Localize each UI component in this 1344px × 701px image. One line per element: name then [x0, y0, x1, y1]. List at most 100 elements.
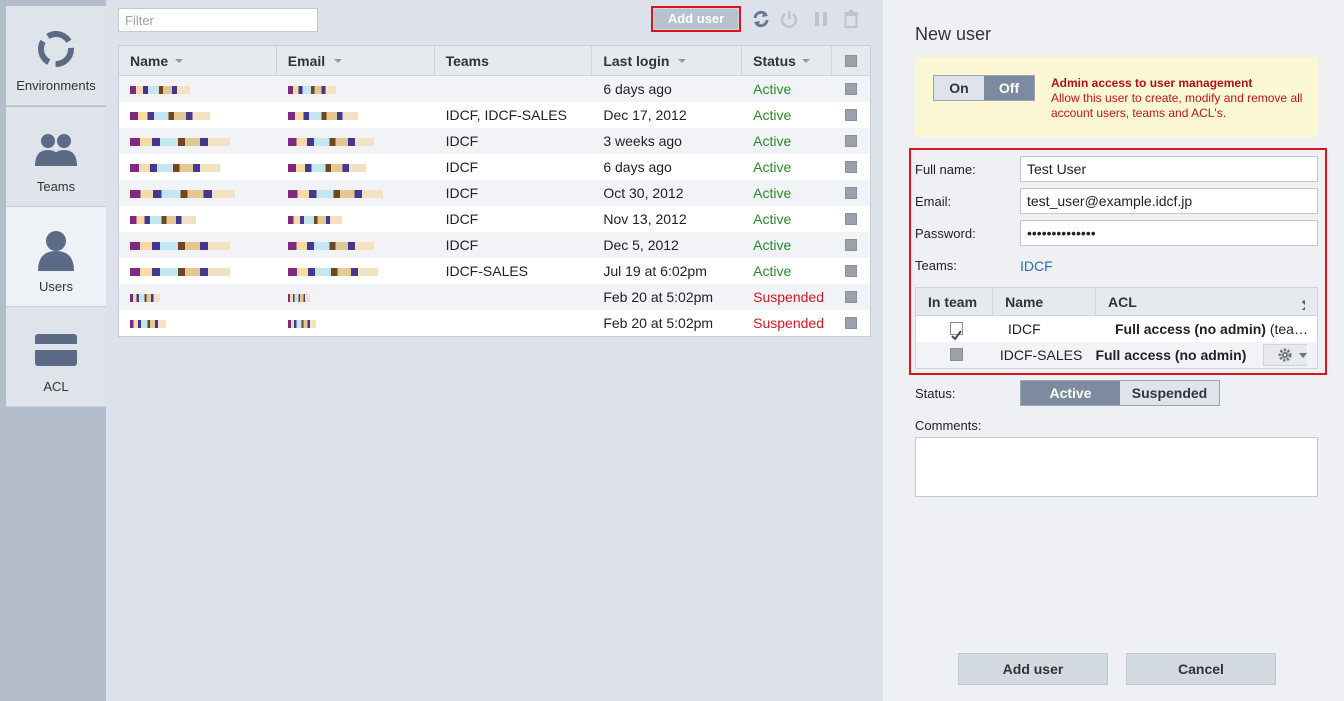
- user-email: [277, 76, 435, 102]
- in-team-checkbox[interactable]: [950, 322, 963, 341]
- team-acl-suffix: (tea…: [1269, 321, 1308, 337]
- password-input[interactable]: [1020, 220, 1318, 246]
- row-select[interactable]: [832, 232, 870, 258]
- add-user-button[interactable]: Add user: [651, 6, 741, 32]
- email-input[interactable]: [1020, 188, 1318, 214]
- user-email: [277, 258, 435, 284]
- row-checkbox[interactable]: [845, 135, 858, 147]
- sidebar: Environments Teams Users ACL: [0, 0, 106, 701]
- teams-icon: [6, 127, 106, 173]
- row-select[interactable]: [832, 284, 870, 310]
- acl-settings-button[interactable]: [1263, 344, 1307, 366]
- row-checkbox[interactable]: [845, 317, 858, 329]
- teams-value[interactable]: IDCF: [1020, 258, 1053, 274]
- table-row[interactable]: Feb 20 at 5:02pm Suspended: [119, 310, 870, 336]
- comments-input[interactable]: [915, 437, 1318, 497]
- select-all-checkbox[interactable]: [832, 46, 870, 75]
- team-name: IDCF-SALES: [999, 347, 1083, 363]
- cancel-button[interactable]: Cancel: [1126, 653, 1276, 685]
- row-select[interactable]: [832, 206, 870, 232]
- user-email: [277, 128, 435, 154]
- table-row[interactable]: IDCF 3 weeks ago Active: [119, 128, 870, 154]
- sidebar-item-users[interactable]: Users: [6, 207, 106, 307]
- panel-title: New user: [915, 24, 992, 44]
- team-acl-value: Full access (no admin): [1095, 347, 1247, 363]
- sidebar-item-teams[interactable]: Teams: [6, 107, 106, 207]
- table-row[interactable]: IDCF, IDCF-SALES Dec 17, 2012 Active: [119, 102, 870, 128]
- column-name[interactable]: Name: [119, 46, 277, 75]
- full-name-input[interactable]: [1020, 156, 1318, 182]
- table-row[interactable]: IDCF Oct 30, 2012 Active: [119, 180, 870, 206]
- close-icon[interactable]: [1289, 294, 1305, 310]
- table-row[interactable]: Feb 20 at 5:02pm Suspended: [119, 284, 870, 310]
- row-select[interactable]: [832, 180, 870, 206]
- admin-access-title: Admin access to user management: [1051, 76, 1253, 90]
- in-team-checkbox[interactable]: [950, 348, 963, 361]
- filter-input[interactable]: [118, 8, 318, 32]
- table-row[interactable]: IDCF Dec 5, 2012 Active: [119, 232, 870, 258]
- trash-icon[interactable]: [842, 10, 860, 28]
- new-user-panel: New user On Off Admin access to user man…: [883, 0, 1344, 701]
- teams-label: Teams:: [915, 258, 957, 273]
- status-active-button[interactable]: Active: [1021, 381, 1120, 405]
- row-checkbox[interactable]: [845, 187, 858, 199]
- column-last-login[interactable]: Last login: [592, 46, 743, 75]
- row-checkbox[interactable]: [845, 109, 858, 121]
- table-row[interactable]: IDCF 6 days ago Active: [119, 154, 870, 180]
- table-row[interactable]: 6 days ago Active: [119, 76, 870, 102]
- user-name: [119, 258, 277, 284]
- row-checkbox[interactable]: [845, 161, 858, 173]
- users-icon: [6, 227, 106, 273]
- column-acl: ACL: [1107, 294, 1137, 310]
- team-acl-value: Full access (no admin): [1115, 321, 1266, 337]
- status-toggle[interactable]: Active Suspended: [1020, 380, 1220, 406]
- row-select[interactable]: [832, 128, 870, 154]
- user-name: [119, 76, 277, 102]
- row-checkbox[interactable]: [845, 239, 858, 251]
- refresh-icon[interactable]: [752, 10, 770, 28]
- row-checkbox[interactable]: [845, 83, 858, 95]
- admin-off-button[interactable]: Off: [984, 76, 1034, 100]
- pause-icon[interactable]: [812, 10, 830, 28]
- row-select[interactable]: [832, 258, 870, 284]
- admin-on-button[interactable]: On: [934, 76, 984, 100]
- user-teams: IDCF: [445, 133, 479, 149]
- environments-icon: [6, 26, 106, 72]
- submit-add-user-button[interactable]: Add user: [958, 653, 1108, 685]
- password-label: Password:: [915, 226, 976, 241]
- status-suspended-button[interactable]: Suspended: [1120, 381, 1219, 405]
- team-row: IDCF Full access (no admin) (tea…: [916, 316, 1317, 342]
- user-teams: [435, 284, 593, 310]
- row-checkbox[interactable]: [845, 265, 858, 277]
- users-table: Name Email Teams Last login Status 6 day…: [118, 45, 871, 337]
- row-select[interactable]: [832, 102, 870, 128]
- user-teams: IDCF-SALES: [445, 263, 529, 279]
- sidebar-item-acl[interactable]: ACL: [6, 307, 106, 407]
- row-select[interactable]: [832, 76, 870, 102]
- row-checkbox[interactable]: [845, 213, 858, 225]
- table-row[interactable]: IDCF Nov 13, 2012 Active: [119, 206, 870, 232]
- email-label: Email:: [915, 194, 952, 209]
- row-select[interactable]: [832, 154, 870, 180]
- admin-access-toggle[interactable]: On Off: [933, 75, 1035, 101]
- team-acl[interactable]: Full access (no admin) (tea…: [1103, 316, 1317, 342]
- user-last-login: Oct 30, 2012: [603, 185, 684, 201]
- user-email: [277, 284, 435, 310]
- select-all-checkbox-box[interactable]: [845, 55, 858, 67]
- user-email: [277, 102, 435, 128]
- user-teams: IDCF: [445, 237, 479, 253]
- sidebar-item-environments[interactable]: Environments: [6, 6, 106, 106]
- row-select[interactable]: [832, 310, 870, 336]
- column-email[interactable]: Email: [277, 46, 435, 75]
- column-status[interactable]: Status: [742, 46, 833, 75]
- column-teams[interactable]: Teams: [435, 46, 593, 75]
- team-acl[interactable]: Full access (no admin): [1083, 342, 1273, 368]
- power-icon[interactable]: [780, 10, 798, 28]
- user-name: [119, 284, 277, 310]
- chevron-down-icon: [1298, 352, 1307, 358]
- user-teams: [435, 76, 593, 102]
- table-row[interactable]: IDCF-SALES Jul 19 at 6:02pm Active: [119, 258, 870, 284]
- user-last-login: 6 days ago: [603, 81, 672, 97]
- user-teams: IDCF: [445, 211, 479, 227]
- row-checkbox[interactable]: [845, 291, 858, 303]
